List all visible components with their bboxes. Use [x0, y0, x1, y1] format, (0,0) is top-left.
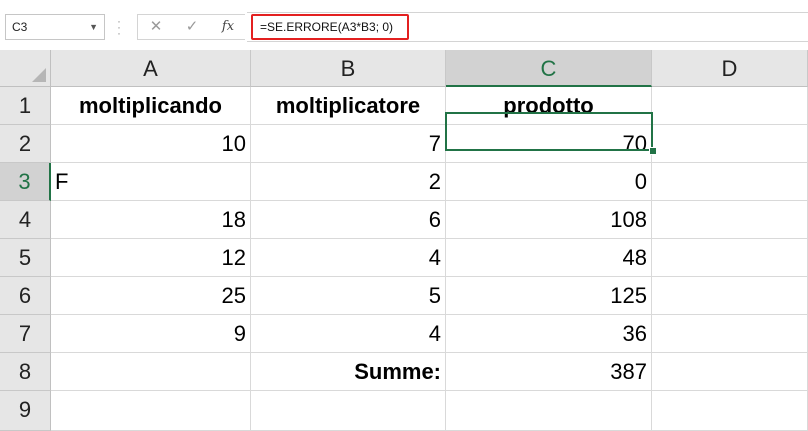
cell-d7[interactable]	[652, 315, 808, 353]
fill-handle[interactable]	[649, 147, 657, 155]
cell-c8[interactable]: 387	[446, 353, 652, 391]
cell-b3[interactable]: 2	[251, 163, 446, 201]
cell-b5[interactable]: 4	[251, 239, 446, 277]
cell-c3[interactable]: 0	[446, 163, 652, 201]
cell-d5[interactable]	[652, 239, 808, 277]
cell-c7[interactable]: 36	[446, 315, 652, 353]
select-all-button[interactable]	[0, 50, 51, 87]
cell-c1[interactable]: prodotto	[446, 87, 652, 125]
cell-a1[interactable]: moltiplicando	[51, 87, 251, 125]
cell-a5[interactable]: 12	[51, 239, 251, 277]
column-header-d[interactable]: D	[652, 50, 808, 87]
cell-a8[interactable]	[51, 353, 251, 391]
cell-d1[interactable]	[652, 87, 808, 125]
cell-a3[interactable]: F	[51, 163, 251, 201]
cell-d3[interactable]	[652, 163, 808, 201]
cell-a2[interactable]: 10	[51, 125, 251, 163]
column-header-b[interactable]: B	[251, 50, 446, 87]
row-header-1[interactable]: 1	[0, 87, 51, 125]
drag-handle-icon[interactable]: · · ·	[117, 15, 121, 39]
cell-b7[interactable]: 4	[251, 315, 446, 353]
cell-b1[interactable]: moltiplicatore	[251, 87, 446, 125]
row-header-6[interactable]: 6	[0, 277, 51, 315]
cell-a7[interactable]: 9	[51, 315, 251, 353]
cell-d4[interactable]	[652, 201, 808, 239]
formula-bar: C3 ▼ · · · ✕ ✓ fx =SE.ERRORE(A3*B3; 0)	[0, 0, 808, 50]
chevron-down-icon[interactable]: ▼	[89, 15, 98, 39]
cell-b9[interactable]	[251, 391, 446, 431]
row-header-3[interactable]: 3	[0, 163, 51, 201]
name-box-value: C3	[12, 20, 28, 34]
row-header-5[interactable]: 5	[0, 239, 51, 277]
cell-c2[interactable]: 70	[446, 125, 652, 163]
formula-text[interactable]: =SE.ERRORE(A3*B3; 0)	[251, 14, 409, 40]
cell-b6[interactable]: 5	[251, 277, 446, 315]
cell-b8[interactable]: Summe:	[251, 353, 446, 391]
name-box[interactable]: C3 ▼	[5, 14, 105, 40]
cell-a6[interactable]: 25	[51, 277, 251, 315]
insert-function-icon[interactable]: fx	[211, 14, 245, 40]
row-header-9[interactable]: 9	[0, 391, 51, 431]
select-all-triangle-icon	[32, 68, 46, 82]
row-header-2[interactable]: 2	[0, 125, 51, 163]
cell-b4[interactable]: 6	[251, 201, 446, 239]
cell-c5[interactable]: 48	[446, 239, 652, 277]
cell-a4[interactable]: 18	[51, 201, 251, 239]
confirm-icon[interactable]: ✓	[175, 14, 209, 40]
row-header-4[interactable]: 4	[0, 201, 51, 239]
cell-d2[interactable]	[652, 125, 808, 163]
row-header-7[interactable]: 7	[0, 315, 51, 353]
cell-c9[interactable]	[446, 391, 652, 431]
cell-c6[interactable]: 125	[446, 277, 652, 315]
row-header-8[interactable]: 8	[0, 353, 51, 391]
column-header-a[interactable]: A	[51, 50, 251, 87]
cell-d9[interactable]	[652, 391, 808, 431]
cell-d6[interactable]	[652, 277, 808, 315]
cell-b2[interactable]: 7	[251, 125, 446, 163]
cancel-icon[interactable]: ✕	[139, 14, 173, 40]
column-header-c[interactable]: C	[446, 50, 652, 87]
cell-c4[interactable]: 108	[446, 201, 652, 239]
cell-a9[interactable]	[51, 391, 251, 431]
cell-d8[interactable]	[652, 353, 808, 391]
